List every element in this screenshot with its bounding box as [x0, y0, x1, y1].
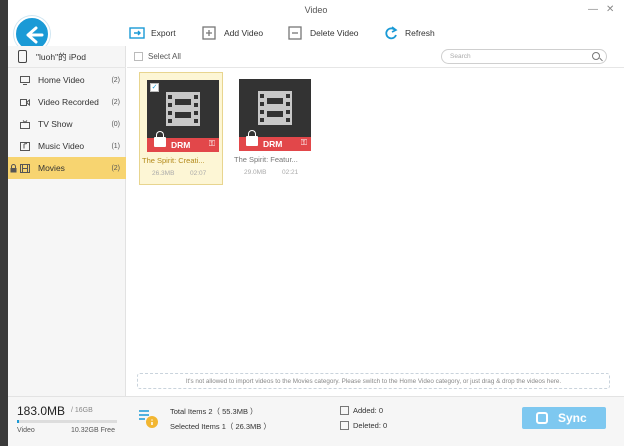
video-thumbnail: DRM ⚿ ✓ — [147, 80, 219, 152]
add-video-button[interactable]: Add Video — [201, 24, 263, 42]
export-icon — [128, 25, 146, 41]
lock-icon — [154, 131, 166, 147]
desktop-background — [0, 0, 8, 446]
search-placeholder: Search — [450, 53, 471, 60]
sidebar: "luoh"的 iPod Home Video (2) Video Record… — [8, 46, 126, 396]
video-window: Video — ✕ Export Add Video Delete Video — [8, 0, 624, 446]
ipod-icon — [18, 50, 27, 63]
sync-button[interactable]: Sync — [522, 407, 606, 429]
window-title: Video — [304, 5, 328, 15]
video-title: The Spirit: Featur... — [234, 155, 298, 164]
device-header[interactable]: "luoh"的 iPod — [8, 46, 126, 68]
film-icon — [166, 92, 200, 126]
sidebar-item-count: (2) — [111, 164, 120, 172]
video-size: 26.3MB — [152, 170, 175, 177]
export-label: Export — [151, 28, 176, 38]
sidebar-item-movies[interactable]: Movies (2) — [8, 157, 126, 179]
sidebar-item-label: Video Recorded — [38, 97, 99, 107]
delete-video-icon — [287, 25, 305, 41]
status-footer: 183.0MB / 16GB Video 10.32GB Free Total … — [8, 396, 624, 446]
info-list-icon — [137, 407, 159, 429]
deleted-icon — [340, 421, 349, 430]
delete-video-label: Delete Video — [310, 28, 359, 38]
home-video-icon — [20, 75, 30, 85]
search-icon[interactable] — [592, 52, 600, 60]
total-items: Total Items 2（ 55.3MB ） — [170, 407, 258, 416]
video-thumbnail: DRM ⚿ — [239, 79, 311, 151]
video-checkbox[interactable]: ✓ — [150, 83, 159, 92]
video-title: The Spirit: Creati... — [142, 156, 205, 165]
add-video-icon — [201, 25, 219, 41]
sidebar-item-count: (2) — [111, 76, 120, 84]
video-recorded-icon — [20, 98, 30, 107]
capacity-bar — [17, 420, 117, 423]
capacity-category-label: Video — [17, 427, 35, 434]
sidebar-item-music-video[interactable]: Music Video (1) — [8, 135, 126, 157]
free-capacity: 10.32GB Free — [71, 427, 115, 434]
select-all-checkbox[interactable] — [134, 52, 143, 61]
sidebar-item-count: (1) — [111, 142, 120, 150]
sidebar-item-count: (2) — [111, 98, 120, 106]
sidebar-item-home-video[interactable]: Home Video (2) — [8, 69, 126, 91]
key-icon: ⚿ — [300, 138, 307, 147]
sidebar-item-label: Movies — [38, 163, 65, 173]
added-count: Added: 0 — [353, 406, 384, 415]
import-notice: It's not allowed to import videos to the… — [137, 373, 610, 389]
drm-label: DRM — [171, 140, 191, 150]
lock-icon — [246, 130, 258, 146]
sync-icon — [536, 412, 548, 424]
music-video-icon — [20, 141, 30, 151]
select-all-label[interactable]: Select All — [148, 52, 181, 61]
deleted-count: Deleted: 0 — [353, 421, 388, 430]
video-duration: 02:07 — [190, 170, 207, 177]
video-card[interactable]: DRM ⚿ The Spirit: Featur... 29.0MB 02:21 — [232, 72, 316, 185]
sidebar-item-video-recorded[interactable]: Video Recorded (2) — [8, 91, 126, 113]
refresh-icon — [382, 25, 400, 41]
video-grid: DRM ⚿ ✓ The Spirit: Creati... 26.3MB 02:… — [127, 68, 624, 396]
delete-video-button[interactable]: Delete Video — [287, 24, 359, 42]
toolbar: Export Add Video Delete Video Refresh — [8, 20, 624, 46]
minimize-button[interactable]: — — [588, 4, 598, 15]
import-notice-text: It's not allowed to import videos to the… — [185, 378, 562, 385]
add-video-label: Add Video — [224, 28, 264, 38]
selected-items: Selected Items 1（ 26.3MB ） — [170, 422, 271, 431]
video-card[interactable]: DRM ⚿ ✓ The Spirit: Creati... 26.3MB 02:… — [139, 72, 223, 185]
title-bar: Video — ✕ — [8, 0, 624, 20]
tv-show-icon — [20, 119, 30, 129]
video-size: 29.0MB — [244, 169, 267, 176]
drm-label: DRM — [263, 139, 283, 149]
film-icon — [258, 91, 292, 125]
sync-label: Sync — [558, 411, 587, 425]
device-name: "luoh"的 iPod — [36, 51, 86, 62]
export-button[interactable]: Export — [128, 24, 176, 42]
sidebar-item-label: Home Video — [38, 75, 85, 85]
search-input[interactable]: Search — [441, 49, 607, 64]
refresh-label: Refresh — [405, 28, 435, 38]
lock-icon — [10, 163, 17, 173]
added-icon — [340, 406, 349, 415]
used-capacity: 183.0MB — [17, 404, 66, 418]
sidebar-item-tv-show[interactable]: TV Show (0) — [8, 113, 126, 135]
content-header: Select All Search — [127, 46, 624, 68]
sidebar-item-label: TV Show — [38, 119, 73, 129]
key-icon: ⚿ — [208, 139, 215, 148]
sidebar-item-count: (0) — [111, 120, 120, 128]
video-duration: 02:21 — [282, 169, 299, 176]
movies-icon — [20, 163, 30, 173]
sidebar-item-label: Music Video — [38, 141, 85, 151]
close-button[interactable]: ✕ — [606, 4, 614, 15]
refresh-button[interactable]: Refresh — [382, 24, 435, 42]
capacity-bar-fill — [17, 420, 19, 423]
total-capacity: / 16GB — [71, 407, 93, 414]
